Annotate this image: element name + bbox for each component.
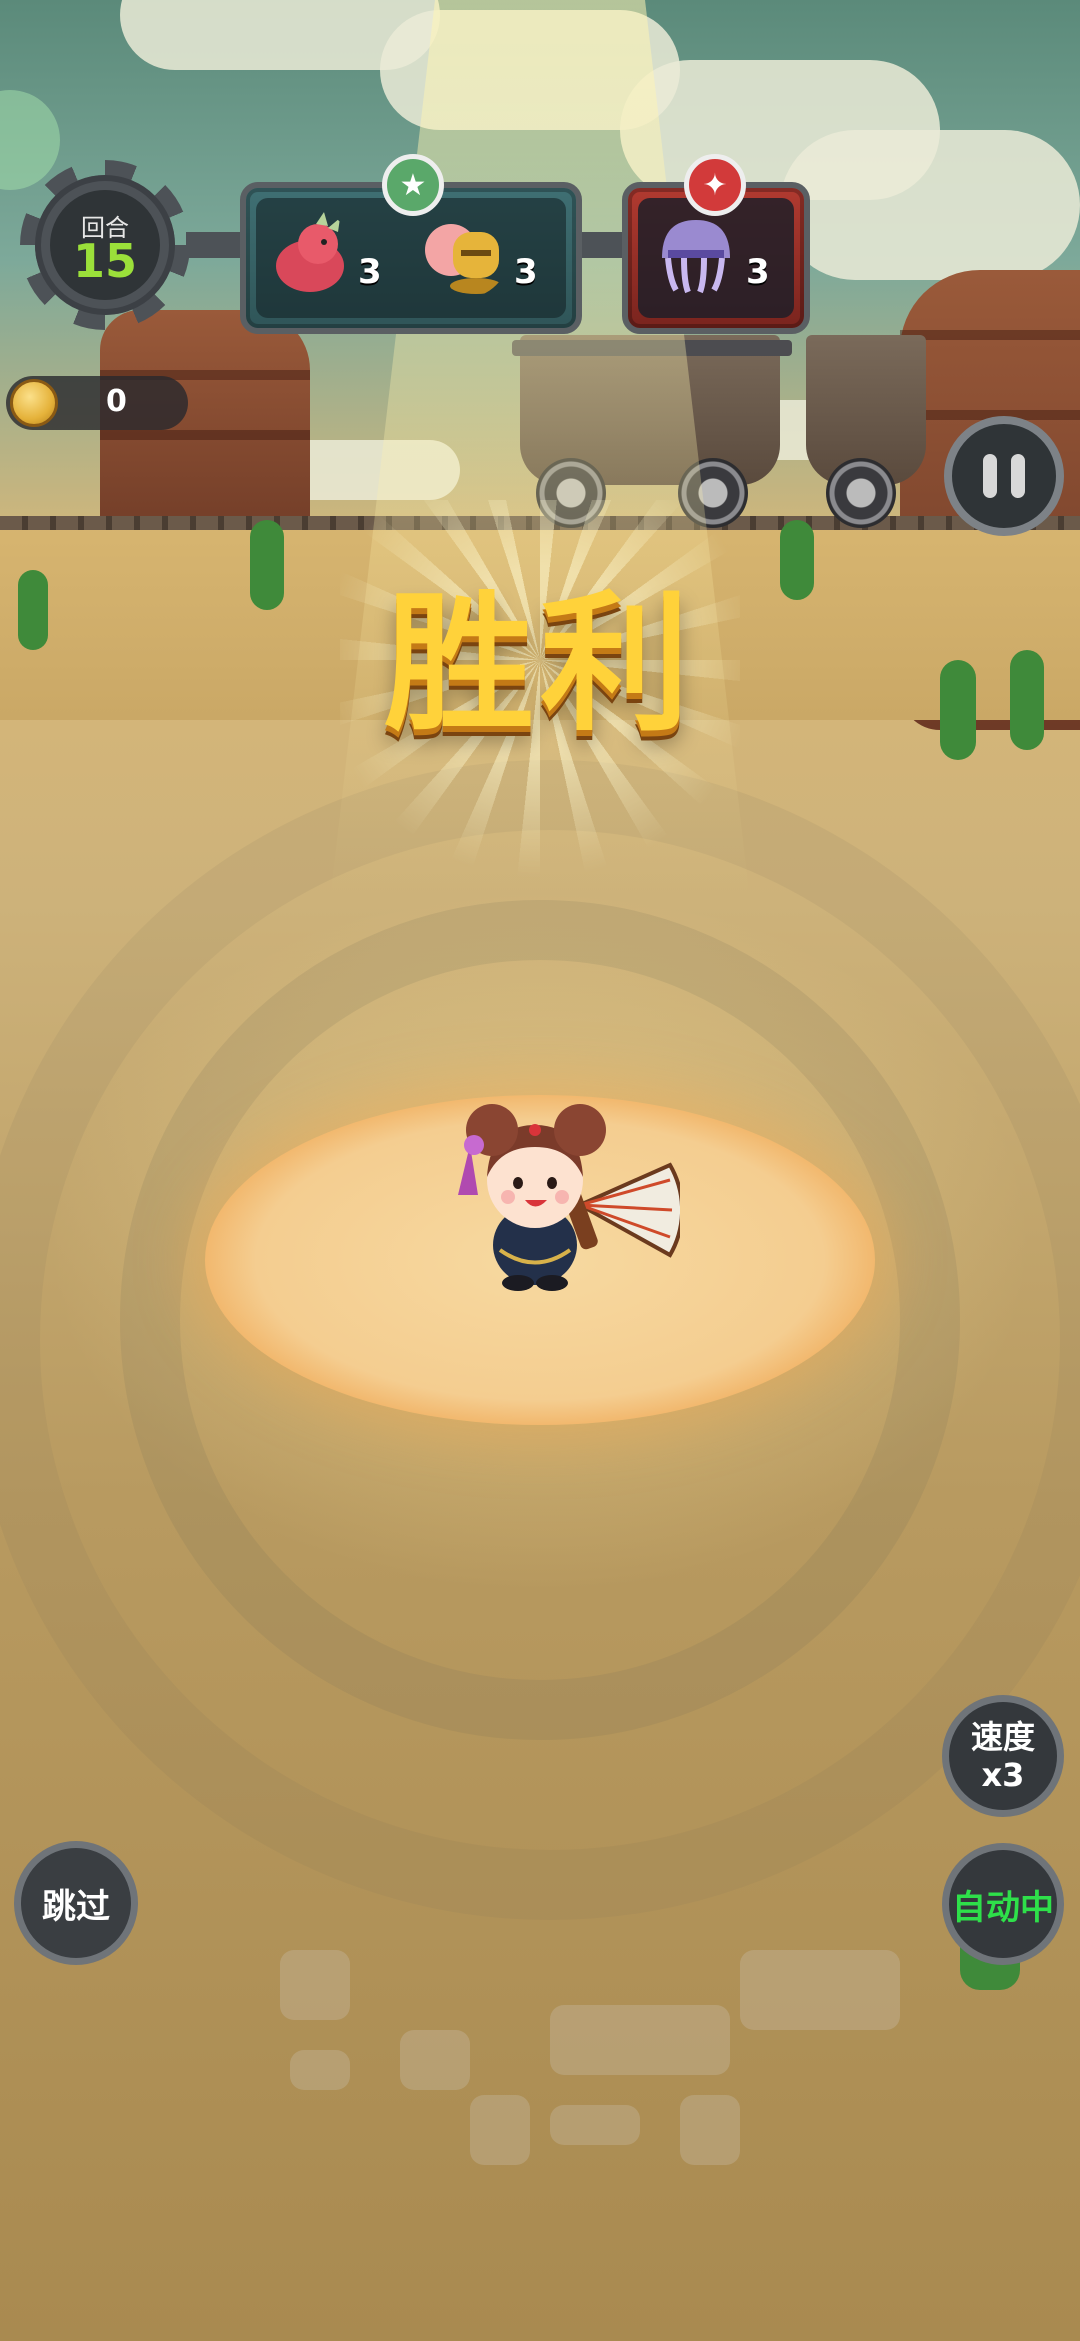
ground-stone <box>280 1950 350 2020</box>
ground-stone <box>550 2105 640 2145</box>
coin-value: 0 <box>106 384 127 419</box>
coin-counter: 0 <box>6 376 188 430</box>
ally-unit-count: 3 <box>514 252 538 292</box>
auto-battle-button[interactable]: 自动中 <box>942 1843 1064 1965</box>
ally-unit-count: 3 <box>358 252 382 292</box>
ally-team-panel[interactable]: ★ 3 3 <box>240 154 582 334</box>
ground-stone <box>680 2095 740 2165</box>
round-counter: 回合 15 <box>20 160 190 330</box>
cart-wheel <box>826 458 896 528</box>
cloud <box>780 130 1080 280</box>
victory-banner: 胜利 <box>383 578 696 752</box>
auto-label: 自动中 <box>952 1887 1054 1928</box>
enemy-unit-count: 3 <box>746 252 770 292</box>
purple-jellyfish-icon <box>662 220 730 294</box>
red-dragon-icon <box>276 212 344 292</box>
pause-button[interactable] <box>944 416 1064 536</box>
cactus <box>250 520 284 610</box>
ground-stone <box>740 1950 900 2030</box>
ground-stone <box>470 2095 530 2165</box>
coin-icon <box>10 379 58 427</box>
speed-button[interactable]: 速度 x3 <box>942 1695 1064 1817</box>
hero-character-icon <box>458 1104 680 1291</box>
ground-stone <box>290 2050 350 2090</box>
game-scene: 胜利 回合 15 ★ 3 3 ✦ 3 0 速度 x3 自动中 跳过 <box>0 0 1080 2341</box>
cactus <box>1010 650 1044 750</box>
green-star-icon: ★ <box>382 154 444 216</box>
ground-stone <box>400 2030 470 2090</box>
pause-icon <box>983 454 997 498</box>
speed-label: 速度 <box>970 1718 1035 1756</box>
red-compass-star-icon: ✦ <box>684 154 746 216</box>
cactus <box>940 660 976 760</box>
speed-value: x3 <box>981 1756 1025 1794</box>
cactus <box>780 520 814 600</box>
skip-button[interactable]: 跳过 <box>14 1841 138 1965</box>
enemy-team-panel[interactable]: ✦ 3 <box>622 154 810 334</box>
golden-knight-icon <box>425 224 502 294</box>
skip-label: 跳过 <box>42 1886 110 1927</box>
connector <box>186 232 242 258</box>
ground-stone <box>550 2005 730 2075</box>
cactus <box>18 570 48 650</box>
round-number: 15 <box>72 234 137 288</box>
